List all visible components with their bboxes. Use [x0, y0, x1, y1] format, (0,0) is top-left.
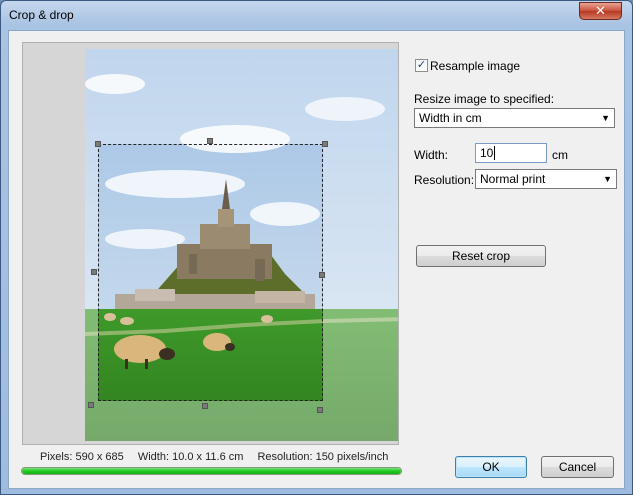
resize-mode-value: Width in cm: [419, 111, 482, 125]
progress-bar: [21, 467, 402, 475]
image-info: Pixels: 590 x 685 Width: 10.0 x 11.6 cm …: [40, 451, 399, 463]
resize-mode-select[interactable]: Width in cm ▼: [414, 108, 615, 128]
crop-handle-bottom-left[interactable]: [88, 402, 94, 408]
crop-rectangle[interactable]: [98, 144, 323, 401]
crop-drop-dialog: Crop & drop ✕ Pixels: 590 x 685 Width: 1…: [0, 0, 633, 495]
crop-handle-bottom[interactable]: [202, 403, 208, 409]
reset-crop-button[interactable]: Reset crop: [416, 245, 546, 267]
resample-label: Resample image: [430, 59, 521, 73]
resolution-readout: Resolution: 150 pixels/inch: [257, 451, 389, 463]
chevron-down-icon: ▼: [601, 113, 610, 123]
width-unit-label: cm: [552, 148, 568, 162]
crop-handle-top-left[interactable]: [95, 141, 101, 147]
crop-handle-right[interactable]: [319, 272, 325, 278]
pixels-readout: Pixels: 590 x 685: [40, 451, 124, 463]
crop-handle-left[interactable]: [91, 269, 97, 275]
image-preview-area: [22, 42, 399, 445]
window-title: Crop & drop: [9, 8, 74, 22]
resolution-select[interactable]: Normal print ▼: [475, 169, 617, 189]
image-preview[interactable]: [85, 49, 398, 441]
dialog-body: Pixels: 590 x 685 Width: 10.0 x 11.6 cm …: [8, 30, 625, 489]
close-button[interactable]: ✕: [579, 2, 622, 20]
checkmark-icon: ✓: [416, 59, 427, 71]
chevron-down-icon: ▼: [603, 174, 612, 184]
crop-handle-top[interactable]: [207, 138, 213, 144]
close-icon: ✕: [595, 3, 606, 18]
crop-handle-bottom-right[interactable]: [317, 407, 323, 413]
width-label: Width:: [414, 148, 449, 162]
resample-checkbox[interactable]: ✓: [415, 59, 428, 72]
title-bar[interactable]: Crop & drop ✕: [1, 1, 632, 29]
resize-label: Resize image to specified:: [414, 92, 555, 106]
resolution-label: Resolution:: [414, 173, 475, 187]
width-input[interactable]: 10: [475, 143, 547, 163]
resolution-value: Normal print: [480, 172, 546, 186]
width-input-value: 10: [480, 146, 494, 160]
ok-button[interactable]: OK: [455, 456, 527, 478]
crop-handle-top-right[interactable]: [322, 141, 328, 147]
progress-fill: [22, 468, 401, 474]
cancel-button[interactable]: Cancel: [541, 456, 614, 478]
width-readout: Width: 10.0 x 11.6 cm: [137, 451, 244, 463]
